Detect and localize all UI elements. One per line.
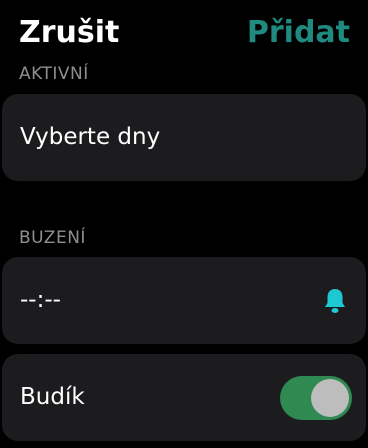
active-section-label: AKTIVNÍ [19,64,89,84]
wake-time-value: --:-- [20,287,61,313]
alarm-label: Budík [20,384,85,410]
wake-time-row[interactable]: --:-- [2,257,366,344]
toggle-knob [311,379,349,417]
alarm-toggle[interactable] [280,376,352,420]
select-days-row[interactable]: Vyberte dny [2,94,366,181]
alarm-row: Budík [2,354,366,441]
bell-icon [325,289,345,313]
select-days-label: Vyberte dny [20,124,161,150]
wake-section-label: BUZENÍ [19,228,86,248]
header: Zrušit Přidat [0,0,368,60]
cancel-button[interactable]: Zrušit [19,14,119,52]
add-button[interactable]: Přidat [247,14,350,52]
